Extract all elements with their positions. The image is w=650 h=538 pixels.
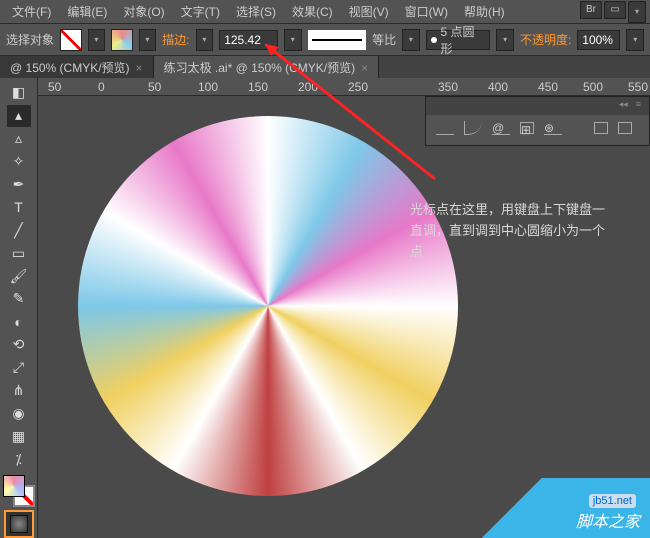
document-tabs: @ 150% (CMYK/预览)× 练习太极 .ai* @ 150% (CMYK…	[0, 56, 650, 78]
profile-dropdown[interactable]	[402, 29, 420, 51]
close-icon[interactable]: ×	[136, 61, 143, 75]
profile-label: 等比	[372, 31, 396, 48]
stroke-spiral-icon[interactable]: @	[492, 121, 510, 135]
tab-doc1[interactable]: @ 150% (CMYK/预览)×	[0, 56, 154, 78]
menu-view[interactable]: 视图(V)	[341, 3, 397, 20]
line-tool[interactable]: ╱	[7, 219, 31, 241]
annotation-text: 光标点在这里，用键盘上下键盘一直调，直到调到中心圆缩小为一个点	[410, 200, 610, 262]
options-bar: 选择对象 描边: 125.42 等比 5 点圆形 不透明度: 100%	[0, 24, 650, 56]
close-icon[interactable]: ×	[361, 61, 368, 75]
menu-effect[interactable]: 效果(C)	[284, 3, 341, 20]
brushes-panel: ◂◂≡ @ ⊞ ⊛	[425, 96, 650, 146]
opacity-dropdown[interactable]	[626, 29, 644, 51]
conic-gradient-circle[interactable]	[78, 116, 458, 496]
gradient-tool[interactable]: ▦	[7, 425, 31, 447]
watermark-site: 脚本之家	[576, 508, 640, 532]
stroke-weight-dropdown[interactable]	[284, 29, 302, 51]
menu-edit[interactable]: 编辑(E)	[59, 3, 115, 20]
stroke-profile-preview[interactable]	[308, 30, 367, 50]
panel-option2-icon[interactable]	[618, 122, 632, 134]
tab-doc2[interactable]: 练习太极 .ai* @ 150% (CMYK/预览)×	[154, 56, 380, 78]
fill-swatch[interactable]	[60, 29, 82, 51]
menu-window[interactable]: 窗口(W)	[397, 3, 456, 20]
width-tool[interactable]: ⋔	[7, 380, 31, 402]
panel-option1-icon[interactable]	[594, 122, 608, 134]
opacity-input[interactable]: 100%	[577, 30, 620, 50]
fill-stroke-control[interactable]	[3, 475, 35, 507]
panel-menu-icon[interactable]: ≡	[632, 97, 645, 115]
stroke-line-icon[interactable]	[436, 121, 454, 135]
brush-label: 5 点圆形	[441, 23, 486, 57]
canvas-area[interactable]	[38, 96, 650, 538]
eraser-tool[interactable]: ◐	[7, 311, 31, 333]
workspace-dropdown[interactable]	[628, 1, 646, 23]
rectangle-tool[interactable]: ▭	[7, 242, 31, 264]
pen-tool[interactable]: ✒	[7, 174, 31, 196]
layout-button[interactable]: ▭	[604, 1, 626, 19]
menu-object[interactable]: 对象(O)	[115, 3, 172, 20]
stroke-stepper[interactable]	[196, 29, 214, 51]
magic-wand-tool[interactable]: ✧	[7, 151, 31, 173]
watermark: jb51.net 脚本之家	[470, 478, 650, 538]
menu-type[interactable]: 文字(T)	[173, 3, 228, 20]
type-tool[interactable]: T	[7, 196, 31, 218]
stroke-dropdown[interactable]	[139, 29, 157, 51]
bridge-button[interactable]: Br	[580, 1, 602, 19]
paintbrush-tool[interactable]: 🖌	[7, 265, 31, 287]
panel-collapse-icon[interactable]: ◂◂	[615, 97, 632, 115]
brush-dropdown[interactable]	[496, 29, 514, 51]
menu-file[interactable]: 文件(F)	[4, 3, 59, 20]
menubar: 文件(F) 编辑(E) 对象(O) 文字(T) 选择(S) 效果(C) 视图(V…	[0, 0, 650, 24]
fill-color-icon[interactable]	[3, 475, 25, 497]
stroke-arc-icon[interactable]	[464, 121, 482, 135]
artboard-nav-icon[interactable]: ◧	[7, 82, 31, 104]
opacity-label: 不透明度:	[520, 31, 571, 48]
watermark-url: jb51.net	[589, 494, 636, 508]
shape-builder-tool[interactable]: ◉	[7, 402, 31, 424]
stroke-label: 描边:	[162, 31, 189, 48]
gradient-thumb-icon	[10, 515, 28, 533]
selection-tool[interactable]: ▴	[7, 105, 31, 127]
fill-dropdown[interactable]	[88, 29, 106, 51]
stroke-polar-icon[interactable]: ⊛	[544, 121, 562, 135]
ruler-horizontal: 50 0 50 100 150 200 250 350 400 450 500 …	[38, 78, 650, 96]
rotate-tool[interactable]: ⟲	[7, 334, 31, 356]
scale-tool[interactable]: ⤢	[7, 357, 31, 379]
stroke-weight-input[interactable]: 125.42	[219, 30, 278, 50]
stroke-grid-icon[interactable]: ⊞	[520, 122, 534, 134]
toolbox: ◧ ▴ ▵ ✧ ✒ T ╱ ▭ 🖌 ✎ ◐ ⟲ ⤢ ⋔ ◉ ▦ ⁒	[0, 78, 38, 538]
brush-select[interactable]: 5 点圆形	[426, 30, 491, 50]
draw-mode-button[interactable]	[4, 510, 34, 538]
menu-help[interactable]: 帮助(H)	[456, 3, 513, 20]
select-mode-label: 选择对象	[6, 31, 54, 48]
menu-select[interactable]: 选择(S)	[228, 3, 284, 20]
pencil-tool[interactable]: ✎	[7, 288, 31, 310]
stroke-swatch[interactable]	[111, 29, 133, 51]
eyedropper-tool[interactable]: ⁒	[7, 448, 31, 470]
direct-selection-tool[interactable]: ▵	[7, 128, 31, 150]
brush-dot-icon	[431, 37, 437, 43]
